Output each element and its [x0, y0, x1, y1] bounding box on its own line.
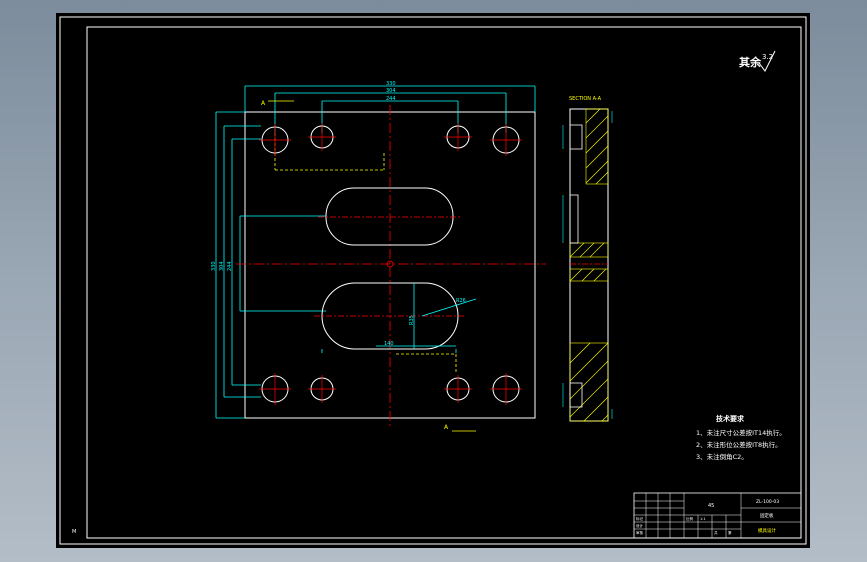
dim-overall-width: 330: [386, 81, 396, 87]
title-cell-mark: 标记: [636, 516, 644, 521]
section-hatch: [569, 108, 609, 422]
dim-slot-height: R35: [409, 315, 415, 325]
title-part-name: 固定板: [760, 512, 774, 519]
dim-height-b: 304: [219, 261, 225, 271]
title-cell-sheet: 第: [728, 530, 732, 535]
tech-requirements: 技术要求 1、未注尺寸公差按IT14执行。 2、未注形位公差按IT8执行。 3、…: [696, 414, 786, 461]
title-block[interactable]: 45 ZL-100-03 固定板 模具设计 标记 设计 审核 比例 1:1 共 …: [633, 492, 802, 539]
title-cell-review: 审核: [636, 530, 644, 535]
dim-chamfer: R26: [456, 298, 466, 304]
section-details: [569, 124, 608, 408]
tech-item-3: 3、未注倒角C2。: [696, 452, 748, 461]
bolt-holes: [261, 125, 520, 403]
title-company: 模具设计: [758, 527, 776, 534]
tech-title: 技术要求: [716, 414, 745, 423]
tech-item-2: 2、未注形位公差按IT8执行。: [696, 440, 782, 449]
dim-bolt-inner: 244: [386, 96, 396, 102]
corner-mark: M: [72, 529, 76, 535]
roughness-label: 其余: [739, 55, 762, 69]
title-material: 45: [708, 503, 714, 509]
dim-height-a: 330: [211, 261, 217, 271]
outer-frame: [59, 16, 807, 545]
slot-upper: [325, 187, 454, 246]
dim-slot-width: 140: [384, 341, 394, 347]
front-view[interactable]: 330 304 244 A A 330 304 244 140 R35 R26: [211, 81, 546, 432]
section-mark-top: A: [261, 100, 266, 107]
cad-viewport[interactable]: 其余 3.2 330 304 244 A A 330 304 244 140 R…: [56, 13, 810, 548]
plate-outline: [244, 111, 536, 419]
section-outline: [569, 108, 609, 422]
title-cell-design: 设计: [636, 523, 644, 528]
drawing-canvas[interactable]: 其余 3.2 330 304 244 A A 330 304 244 140 R…: [56, 13, 810, 548]
title-cell-scale: 比例: [686, 516, 694, 521]
section-view[interactable]: SECTION A-A: [562, 96, 613, 422]
dim-bolt-outer: 304: [386, 88, 396, 94]
inner-frame: [86, 26, 802, 539]
title-drawing-no: ZL-100-03: [756, 499, 779, 505]
title-cell-scale-val: 1:1: [700, 517, 706, 521]
dim-height-c: 244: [227, 261, 233, 271]
hidden-lines-bottom: [396, 353, 457, 373]
slot-dimensions: [321, 283, 477, 353]
section-mark-bottom: A: [444, 424, 449, 431]
title-cell-total: 共: [714, 530, 718, 535]
tech-item-1: 1、未注尺寸公差按IT14执行。: [696, 428, 786, 437]
hidden-lines: [274, 133, 385, 171]
section-title: SECTION A-A: [569, 96, 602, 102]
